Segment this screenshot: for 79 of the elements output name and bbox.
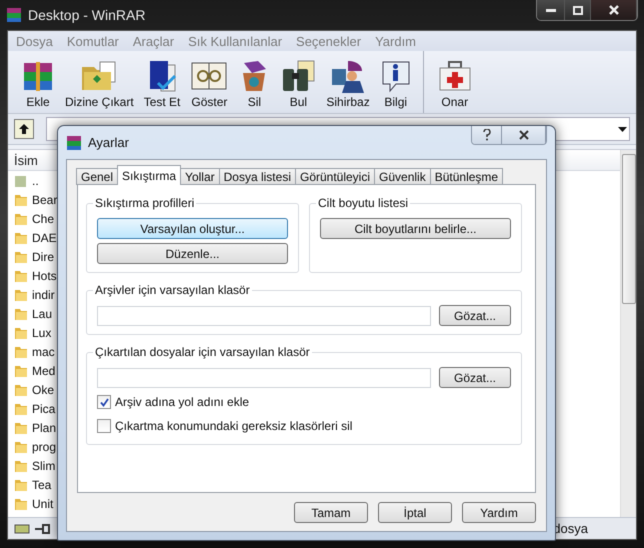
minimize-icon — [546, 8, 556, 12]
books-icon — [6, 7, 22, 23]
browse-button[interactable]: Gözat... — [439, 305, 511, 326]
file-name[interactable]: Lux — [32, 326, 52, 340]
file-name[interactable]: Lau — [32, 306, 52, 320]
folder-field[interactable] — [97, 368, 431, 388]
folder-field[interactable] — [97, 306, 431, 326]
close-button[interactable] — [591, 0, 637, 20]
file-name[interactable]: Dire — [32, 250, 54, 264]
file-name[interactable]: Slim — [32, 458, 56, 472]
file-name[interactable]: Plan — [32, 420, 56, 434]
books-icon — [66, 134, 82, 150]
file-name[interactable]: indir — [32, 288, 55, 302]
group-title: Çıkartılan dosyalar için varsayılan klasör — [93, 345, 312, 359]
checkbox-label[interactable]: Çıkartma konumundaki gereksiz klasörleri sil — [115, 419, 352, 433]
toolbar-button[interactable]: Ekle — [16, 51, 60, 113]
toolbar-button[interactable]: Dizine Çıkart — [60, 51, 139, 113]
tab[interactable]: Bütünleşme — [430, 168, 504, 185]
file-name[interactable]: mac — [32, 344, 55, 358]
tab[interactable]: Dosya listesi — [218, 168, 296, 185]
toolbar-button[interactable]: Onar — [432, 51, 478, 113]
toolbar-button[interactable]: Bul — [275, 51, 322, 113]
checkbox-label[interactable]: Arşiv adına yol adını ekle — [115, 395, 250, 409]
checkbox[interactable] — [97, 395, 111, 409]
info-icon — [380, 59, 412, 93]
profile-button[interactable]: Düzenle... — [97, 243, 288, 264]
file-name[interactable]: .. — [32, 174, 39, 188]
tab[interactable]: Sıkıştırma — [117, 165, 182, 185]
scrollbar[interactable] — [620, 150, 636, 517]
help-icon — [482, 129, 490, 141]
file-name[interactable]: Hots — [32, 268, 57, 282]
browse-button[interactable]: Gözat... — [439, 367, 511, 388]
file-name[interactable]: Bear — [32, 192, 58, 206]
up-arrow-icon — [18, 123, 30, 135]
file-name[interactable]: Oke — [32, 382, 54, 396]
dialog-button[interactable]: Yardım — [462, 502, 536, 523]
file-name[interactable]: prog — [32, 440, 56, 454]
tab[interactable]: Görüntüleyici — [294, 168, 376, 185]
dialog-title: Ayarlar — [88, 135, 129, 150]
close-button[interactable] — [502, 126, 546, 144]
first-aid-kit-icon — [436, 59, 473, 93]
tab[interactable]: Güvenlik — [374, 168, 431, 185]
volume-sizes-button[interactable]: Cilt boyutlarını belirle... — [320, 218, 511, 239]
wizard-icon — [330, 59, 366, 93]
profile-button[interactable]: Varsayılan oluştur... — [97, 218, 288, 239]
maximize-icon — [572, 6, 582, 14]
group-title: Arşivler için varsayılan klasör — [93, 283, 252, 297]
toolbar-button[interactable]: Test Et — [138, 51, 186, 113]
maximize-button[interactable] — [565, 0, 591, 20]
up-folder-button[interactable] — [14, 119, 34, 139]
scroll-thumb[interactable] — [622, 154, 636, 304]
help-button[interactable] — [472, 126, 502, 144]
toolbar-button[interactable]: Bilgi — [374, 51, 417, 113]
binoculars-icon — [280, 59, 316, 93]
tab[interactable]: Genel — [76, 168, 118, 185]
group-title: Sıkıştırma profilleri — [93, 196, 196, 210]
dialog-button[interactable]: Tamam — [294, 502, 368, 523]
file-name[interactable]: Che — [32, 212, 54, 226]
drive-icon — [14, 524, 30, 534]
toolbar-button[interactable]: Göster — [185, 51, 234, 113]
window-title: Desktop - WinRAR — [28, 7, 146, 23]
toolbar-button[interactable]: Sil — [233, 51, 276, 113]
file-name[interactable]: DAE — [32, 230, 57, 244]
key-icon — [34, 524, 50, 534]
tab[interactable]: Yollar — [180, 168, 220, 185]
file-name[interactable]: Tea — [32, 478, 52, 492]
close-icon — [518, 130, 528, 140]
file-name[interactable]: Pica — [32, 402, 56, 416]
column-title: İsim — [14, 152, 38, 168]
caret-icon — [618, 126, 627, 132]
file-name[interactable]: Med — [32, 364, 56, 378]
minimize-button[interactable] — [537, 0, 565, 20]
close-icon — [608, 5, 618, 15]
books-icon — [21, 59, 55, 93]
checkbox[interactable] — [97, 419, 111, 433]
group-title: Cilt boyutu listesi — [316, 196, 410, 210]
dialog-button[interactable]: İptal — [378, 502, 452, 523]
file-name[interactable]: Unit — [32, 496, 54, 510]
toolbar-button[interactable]: Sihirbaz — [321, 51, 375, 113]
